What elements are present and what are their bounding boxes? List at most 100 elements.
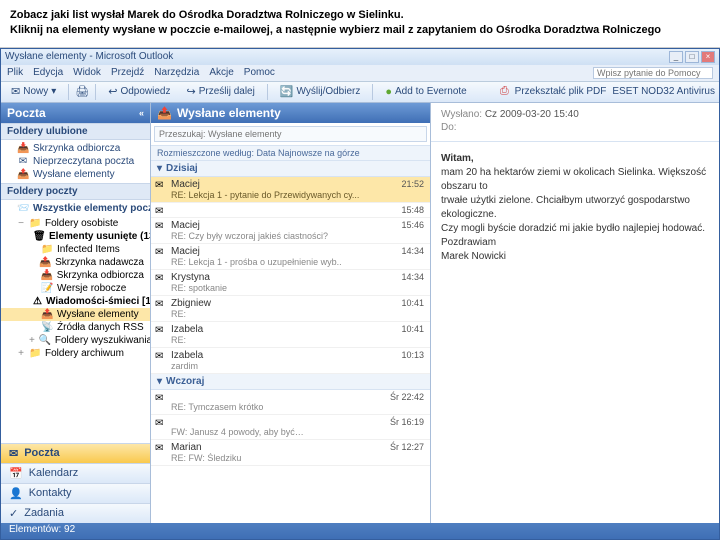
message-subject: RE: spotkanie — [171, 283, 424, 293]
body-signature: Marek Nowicki — [441, 250, 709, 264]
message-group-header[interactable]: ▾Wczoraj — [151, 374, 430, 390]
message-item[interactable]: ✉ Maciej14:34 RE: Lekcja 1 - prośba o uz… — [151, 244, 430, 270]
menu-help[interactable]: Pomoc — [244, 67, 275, 78]
message-item[interactable]: ✉ Maciej21:52 RE: Lekcja 1 - pytanie do … — [151, 177, 430, 203]
message-from: Zbigniew — [171, 298, 211, 309]
nav-bottom-button[interactable]: 👤Kontakty — [1, 483, 150, 503]
expand-icon[interactable]: − — [17, 218, 25, 229]
instruction-banner: Zobacz jaki list wysłał Marek do Ośrodka… — [0, 0, 720, 48]
evernote-button[interactable]: ●Add to Evernote — [379, 84, 472, 100]
tree-item[interactable]: 📡Źródła danych RSS — [1, 321, 150, 334]
message-item[interactable]: ✉ Zbigniew10:41 RE: — [151, 296, 430, 322]
tree-item[interactable]: 📥Skrzynka odbiorcza — [1, 269, 150, 282]
message-from: Maciej — [171, 246, 200, 257]
envelope-icon: ✉ — [155, 299, 163, 310]
message-item[interactable]: ✉ Izabela10:41 RE: — [151, 322, 430, 348]
pdf-label[interactable]: Przekształć plik PDF — [515, 86, 607, 97]
fav-folder-item[interactable]: 📤 Wysłane elementy — [1, 168, 150, 181]
tree-item[interactable]: + 📁 Foldery archiwum — [1, 347, 150, 360]
print-icon[interactable]: 🖨 — [75, 85, 89, 98]
message-group-header[interactable]: ▾Dzisiaj — [151, 161, 430, 177]
body-line: trwałe użytki zielone. Chciałbym utworzy… — [441, 194, 709, 222]
message-from: Izabela — [171, 324, 203, 335]
tree-item[interactable]: ⚠Wiadomości-śmieci [1] — [1, 295, 150, 308]
expand-icon[interactable]: + — [29, 335, 35, 346]
help-search-input[interactable] — [593, 67, 713, 79]
message-subject: RE: Lekcja 1 - pytanie do Przewidywanych… — [171, 190, 424, 200]
new-button[interactable]: ✉Nowy ▾ — [5, 83, 62, 100]
message-subject: RE: — [171, 309, 424, 319]
eset-label[interactable]: ESET NOD32 Antivirus — [612, 86, 715, 97]
message-item[interactable]: ✉ Śr 16:19 FW: Janusz 4 powody, aby być… — [151, 415, 430, 440]
message-from: Maciej — [171, 179, 200, 190]
fav-folder-item[interactable]: ✉ Nieprzeczytana poczta — [1, 155, 150, 168]
message-time: 15:46 — [401, 220, 424, 231]
all-items-label: Wszystkie elementy poczty — [33, 203, 150, 214]
menu-view[interactable]: Widok — [73, 67, 101, 78]
search-input[interactable] — [154, 126, 427, 142]
menu-actions[interactable]: Akcje — [209, 67, 233, 78]
folder-icon: 🗑 — [33, 231, 45, 242]
menu-tools[interactable]: Narzędzia — [154, 67, 199, 78]
menu-go[interactable]: Przejdź — [111, 67, 144, 78]
tree-item[interactable]: 📤Wysłane elementy — [1, 308, 150, 321]
nav-pane: Poczta « Foldery ulubione 📥Skrzynka odbi… — [1, 103, 151, 523]
pdf-icon[interactable]: ⎙ — [500, 85, 509, 98]
nav-bottom-button[interactable]: ✉Poczta — [1, 443, 150, 463]
nav-bottom-button[interactable]: ✓ Zadania — [1, 503, 150, 523]
envelope-icon: ✉ — [155, 180, 163, 191]
message-item[interactable]: ✉ Śr 22:42 RE: Tymczasem krótko — [151, 390, 430, 415]
message-time: 14:34 — [401, 272, 424, 283]
maximize-button[interactable]: □ — [685, 51, 699, 63]
tree-item[interactable]: −📁Foldery osobiste — [1, 217, 150, 230]
message-item[interactable]: ✉ MarianŚr 12:27 RE: FW: Śledziku — [151, 440, 430, 466]
message-from: Krystyna — [171, 272, 210, 283]
sendrecv-icon: 🔄 — [280, 85, 294, 98]
folder-icon: ✉ — [17, 156, 29, 167]
message-item[interactable]: ✉ 15:48 — [151, 203, 430, 218]
close-button[interactable]: × — [701, 51, 715, 63]
menu-file[interactable]: Plik — [7, 67, 23, 78]
tree-item[interactable]: +🔍Foldery wyszukiwania — [1, 334, 150, 347]
fav-folder-item[interactable]: 📥Skrzynka odbiorcza — [1, 142, 150, 155]
folder-label: Nieprzeczytana poczta — [33, 156, 134, 167]
nav-bottom-button[interactable]: 📅Kalendarz — [1, 463, 150, 483]
message-time: Śr 12:27 — [390, 442, 424, 453]
message-item[interactable]: ✉ Krystyna14:34 RE: spotkanie — [151, 270, 430, 296]
nav-bottom-icon: 📅 — [9, 467, 23, 480]
folder-icon: 📁 — [29, 348, 41, 359]
titlebar: Wysłane elementy - Microsoft Outlook _ □… — [1, 49, 719, 65]
reply-button[interactable]: ↩Odpowiedz — [102, 83, 176, 100]
envelope-icon: ✉ — [155, 351, 163, 362]
tree-item[interactable]: 📤Skrzynka nadawcza — [1, 256, 150, 269]
toolbar: ✉Nowy ▾ 🖨 ↩Odpowiedz ↪Prześlij dalej 🔄Wy… — [1, 81, 719, 103]
nav-bottom-icon: 👤 — [9, 487, 23, 500]
all-items-row[interactable]: 📨Wszystkie elementy poczty ▾ — [1, 200, 150, 217]
folder-label: Foldery archiwum — [45, 348, 124, 359]
forward-button[interactable]: ↪Prześlij dalej — [180, 83, 260, 100]
arrange-by-row[interactable]: Rozmieszczone według: Data Najnowsze na … — [151, 146, 430, 161]
tree-item[interactable]: 🗑Elementy usunięte (13) — [1, 230, 150, 243]
message-list[interactable]: ▾Dzisiaj✉ Maciej21:52 RE: Lekcja 1 - pyt… — [151, 161, 430, 523]
minimize-button[interactable]: _ — [669, 51, 683, 63]
tree-item[interactable]: 📁Infected Items — [1, 243, 150, 256]
fav-folders-section[interactable]: Foldery ulubione — [1, 123, 150, 140]
expand-icon[interactable]: + — [17, 348, 25, 359]
nav-bottom-label: Zadania — [24, 507, 64, 519]
folder-label: Źródła danych RSS — [57, 322, 144, 333]
mail-folders-section[interactable]: Foldery poczty — [1, 183, 150, 200]
message-item[interactable]: ✉ Maciej15:46 RE: Czy były wczoraj jakie… — [151, 218, 430, 244]
sendrecv-button[interactable]: 🔄Wyślij/Odbierz — [274, 83, 367, 100]
folder-label: Wiadomości-śmieci [1] — [46, 296, 150, 307]
sent-folder-icon: 📤 — [157, 106, 172, 120]
menu-edit[interactable]: Edycja — [33, 67, 63, 78]
folder-label: Wysłane elementy — [33, 169, 115, 180]
collapse-nav-icon[interactable]: « — [139, 108, 144, 118]
collapse-icon: ▾ — [157, 163, 162, 174]
message-item[interactable]: ✉ Izabela10:13 zardim — [151, 348, 430, 374]
nav-bottom-icon: ✓ — [9, 507, 18, 520]
folder-icon: 📤 — [17, 169, 29, 180]
tree-item[interactable]: 📝Wersje robocze — [1, 282, 150, 295]
forward-label: Prześlij dalej — [199, 86, 255, 97]
message-from: Maciej — [171, 220, 200, 231]
